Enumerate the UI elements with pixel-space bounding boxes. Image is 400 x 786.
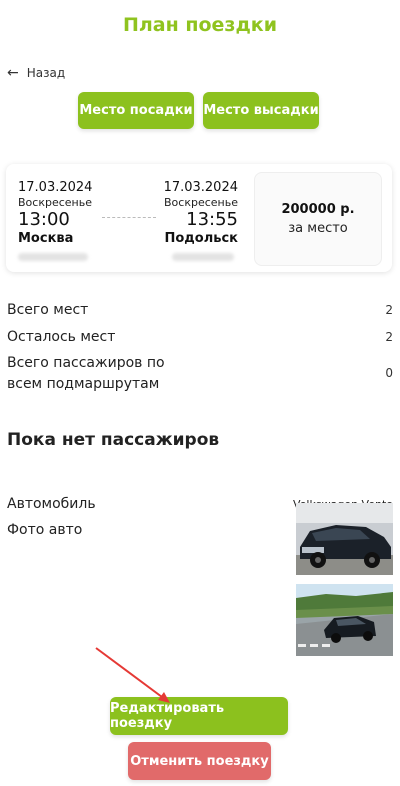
stat-label: Всего пассажиров по всем подмаршрутам xyxy=(7,355,165,392)
departure-weekday: Воскресенье xyxy=(18,196,92,209)
price-box: 200000 р. за место xyxy=(254,172,382,266)
price-value: 200000 р. xyxy=(281,202,355,217)
price-unit: за место xyxy=(288,221,348,236)
departure-block: 17.03.2024 Воскресенье 13:00 Москва xyxy=(18,180,92,261)
trip-card: 17.03.2024 Воскресенье 13:00 Москва 17.0… xyxy=(6,164,392,272)
car-photo-label: Фото авто xyxy=(7,522,83,538)
car-photo-1[interactable] xyxy=(296,503,393,575)
stat-value: 2 xyxy=(385,330,393,344)
car-photo-front-image xyxy=(296,503,393,575)
back-link[interactable]: ← Назад xyxy=(7,65,65,81)
car-photo-road-image xyxy=(296,584,393,656)
arrival-address-blurred xyxy=(172,253,234,261)
stat-row-seats-left: Осталось мест 2 xyxy=(7,327,393,348)
departure-city: Москва xyxy=(18,231,74,246)
arrival-city: Подольск xyxy=(164,231,238,246)
arrival-weekday: Воскресенье xyxy=(164,196,238,209)
departure-time: 13:00 xyxy=(18,209,70,230)
arrival-date: 17.03.2024 xyxy=(163,180,238,195)
stat-label: Всего мест xyxy=(7,302,89,318)
cancel-trip-button[interactable]: Отменить поездку xyxy=(128,742,271,780)
stat-value: 0 xyxy=(385,366,393,380)
dropoff-location-button[interactable]: Место высадки xyxy=(203,92,319,129)
stat-value: 2 xyxy=(385,303,393,317)
pickup-location-button[interactable]: Место посадки xyxy=(78,92,194,129)
edit-trip-button[interactable]: Редактировать поездку xyxy=(110,697,288,735)
car-label: Автомобиль xyxy=(7,496,96,512)
stat-row-total-passengers: Всего пассажиров по всем подмаршрутам 0 xyxy=(7,353,393,395)
page-title: План поездки xyxy=(122,14,278,36)
departure-address-blurred xyxy=(18,253,88,261)
no-passengers-heading: Пока нет пассажиров xyxy=(7,430,220,450)
stat-label: Осталось мест xyxy=(7,329,116,345)
arrival-time: 13:55 xyxy=(186,209,238,230)
car-photo-2[interactable] xyxy=(296,584,393,656)
arrow-left-icon: ← xyxy=(7,65,19,81)
route-divider xyxy=(102,217,156,218)
back-label: Назад xyxy=(26,66,66,80)
arrival-block: 17.03.2024 Воскресенье 13:55 Подольск xyxy=(158,180,238,261)
departure-date: 17.03.2024 xyxy=(18,180,93,195)
stat-row-total-seats: Всего мест 2 xyxy=(7,300,393,321)
